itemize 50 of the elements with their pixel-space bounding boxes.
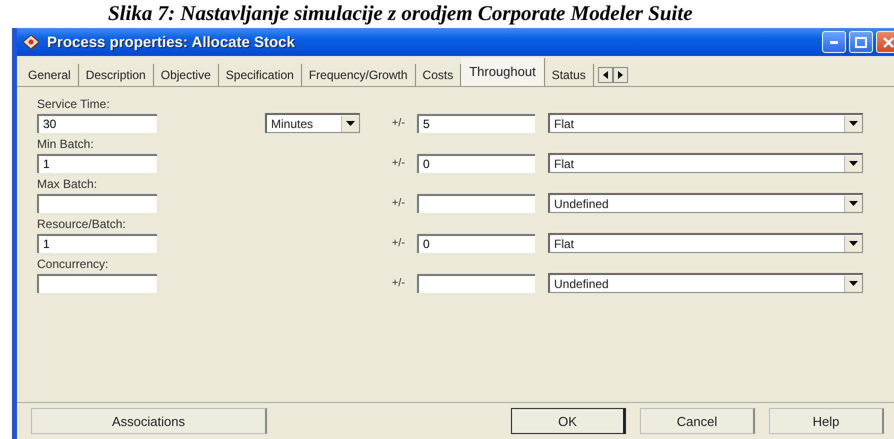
plus-minus-label: +/- bbox=[392, 277, 405, 289]
minimize-button[interactable] bbox=[822, 31, 846, 53]
input-field[interactable] bbox=[37, 274, 157, 292]
input-field[interactable]: 1 bbox=[37, 154, 157, 172]
field-label: Resource/Batch: bbox=[37, 216, 127, 233]
dropdown-arrow-icon bbox=[849, 201, 858, 206]
dropdown-arrow-icon bbox=[849, 161, 858, 166]
close-button[interactable] bbox=[876, 31, 894, 53]
tolerance-field[interactable]: 0 bbox=[417, 234, 535, 252]
field-label: Min Batch: bbox=[37, 136, 95, 153]
dialog-button[interactable]: Associations bbox=[31, 408, 267, 434]
dropdown[interactable]: Minutes bbox=[265, 113, 360, 133]
dropdown[interactable]: Flat bbox=[548, 233, 863, 253]
input-field[interactable] bbox=[37, 194, 157, 212]
minimize-icon bbox=[830, 40, 838, 44]
maximize-button[interactable] bbox=[849, 31, 873, 53]
left-arrow-icon bbox=[602, 71, 608, 79]
dialog-button[interactable]: Help bbox=[769, 408, 884, 434]
close-icon bbox=[882, 36, 894, 48]
dropdown[interactable]: Undefined bbox=[548, 193, 863, 213]
tab[interactable]: Throughout bbox=[461, 58, 545, 86]
dropdown-arrow-icon bbox=[849, 121, 858, 126]
plus-minus-label: +/- bbox=[392, 157, 405, 169]
app-icon bbox=[23, 35, 39, 49]
dialog-button[interactable]: Cancel bbox=[640, 408, 755, 434]
dropdown[interactable]: Flat bbox=[548, 153, 863, 173]
figure-caption: Slika 7: Nastavljanje simulacije z orodjem Corporate Modeler Suite bbox=[107, 0, 694, 27]
tolerance-field[interactable] bbox=[417, 274, 535, 292]
plus-minus-label: +/- bbox=[392, 197, 405, 209]
dropdown[interactable]: Undefined bbox=[548, 273, 863, 293]
scroll-left-button[interactable] bbox=[598, 67, 613, 83]
dropdown-arrow-icon bbox=[849, 281, 858, 286]
right-arrow-icon bbox=[618, 71, 623, 79]
dropdown[interactable]: Flat bbox=[548, 113, 863, 133]
tolerance-field[interactable]: 5 bbox=[417, 114, 535, 132]
field-label: Max Batch: bbox=[37, 176, 98, 193]
field-label: Concurrency: bbox=[37, 256, 110, 273]
input-field[interactable]: 30 bbox=[37, 114, 157, 132]
field-label: Service Time: bbox=[37, 96, 111, 113]
scroll-right-button[interactable] bbox=[612, 67, 628, 83]
window-title: Process properties: Allocate Stock bbox=[47, 34, 296, 50]
input-field[interactable]: 1 bbox=[37, 234, 157, 252]
tolerance-field[interactable] bbox=[417, 194, 535, 212]
dropdown-arrow-icon bbox=[346, 121, 355, 126]
maximize-icon bbox=[855, 36, 867, 48]
plus-minus-label: +/- bbox=[392, 117, 405, 129]
dropdown-arrow-icon bbox=[849, 241, 858, 246]
dialog-button[interactable]: OK bbox=[511, 408, 626, 434]
plus-minus-label: +/- bbox=[392, 237, 405, 249]
tolerance-field[interactable]: 0 bbox=[417, 154, 535, 172]
